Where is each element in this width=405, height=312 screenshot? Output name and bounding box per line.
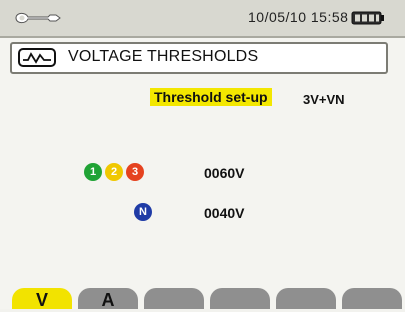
tab-empty-6[interactable]: [342, 288, 402, 309]
tab-empty-3[interactable]: [144, 288, 204, 309]
tab-empty-5[interactable]: [276, 288, 336, 309]
instrument-screen: 10/05/10 15:58 VOLTAGE THRESHOLDS Thresh…: [0, 0, 405, 310]
date-time: 10/05/10 15:58: [248, 9, 349, 25]
threshold-setup-value: 3V+VN: [303, 92, 345, 107]
status-bar: 10/05/10 15:58: [0, 0, 405, 38]
tab-current[interactable]: A: [78, 288, 138, 310]
neutral-threshold-value[interactable]: 0040V: [204, 205, 244, 221]
function-tabs: V A: [12, 288, 404, 310]
phase-threshold-value[interactable]: 0060V: [204, 165, 244, 181]
page-title: VOLTAGE THRESHOLDS: [68, 48, 259, 65]
tab-voltage[interactable]: V: [12, 288, 72, 310]
title-bar: VOLTAGE THRESHOLDS: [10, 42, 388, 74]
phase-2-icon: 2: [105, 163, 123, 181]
wrench-icon[interactable]: [14, 8, 62, 28]
threshold-setup-label[interactable]: Threshold set-up: [150, 88, 272, 106]
tab-empty-4[interactable]: [210, 288, 270, 309]
battery-icon: [351, 11, 384, 25]
threshold-icon: [18, 48, 56, 67]
phase-1-icon: 1: [84, 163, 102, 181]
neutral-icon: N: [134, 203, 152, 221]
phase-3-icon: 3: [126, 163, 144, 181]
